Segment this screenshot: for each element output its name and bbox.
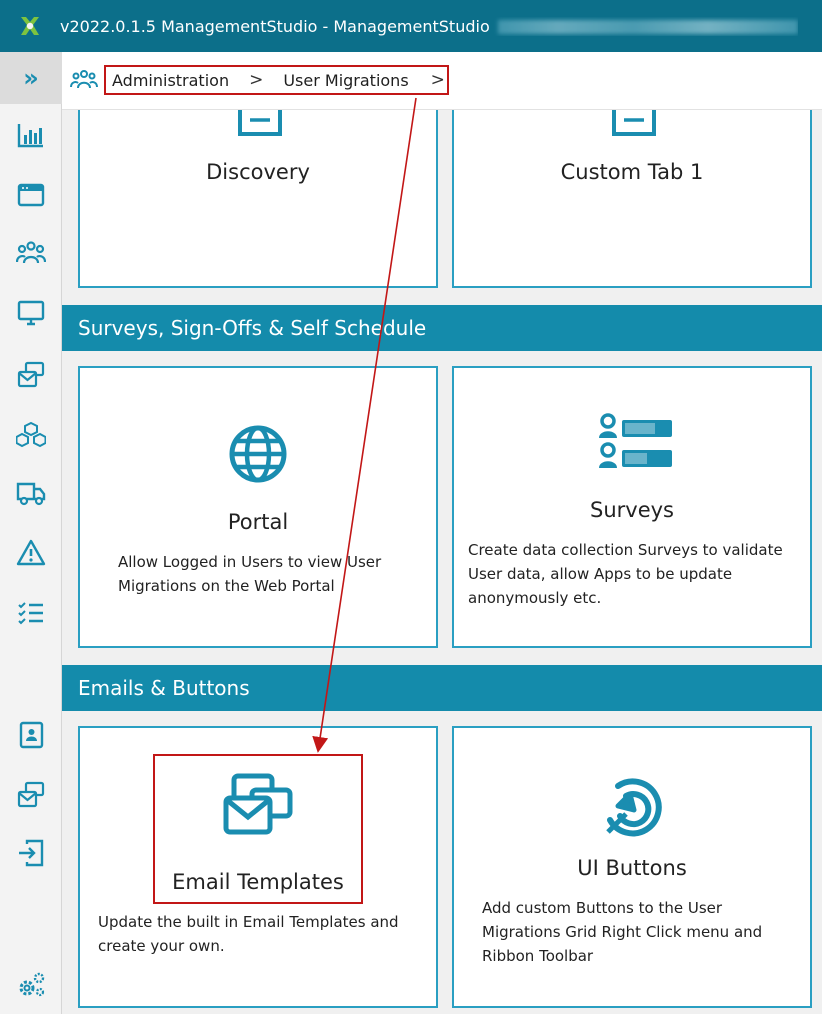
globe-icon [229,425,287,483]
left-nav-rail: » [0,52,62,1014]
highlight-email-templates [153,754,363,904]
cubes-icon[interactable] [10,414,52,456]
tile-ui-buttons[interactable]: UI Buttons Add custom Buttons to the Use… [452,726,812,1008]
window-title: v2022.0.1.5 ManagementStudio - Managemen… [60,17,798,36]
tile-title: UI Buttons [577,856,687,880]
expand-rail-button[interactable]: » [0,52,62,104]
tab-window-icon [238,110,282,136]
monitor-icon[interactable] [10,292,52,334]
breadcrumb-separator: > [249,70,264,90]
tile-description: Add custom Buttons to the User Migration… [482,896,812,968]
redacted-url [497,20,798,34]
import-icon[interactable] [10,832,52,874]
tile-description-line: Migrations on the Web Portal [118,577,335,595]
breadcrumb-item-administration[interactable]: Administration [112,71,229,90]
survey-list-icon [599,413,672,468]
window-title-text: v2022.0.1.5 ManagementStudio - Managemen… [60,16,490,36]
delivery-truck-icon[interactable] [10,472,52,514]
tab-window-icon [612,110,656,136]
breadcrumb-item-user-migrations[interactable]: User Migrations [283,71,408,90]
tile-discovery[interactable]: Discovery [78,110,438,288]
window-titlebar: v2022.0.1.5 ManagementStudio - Managemen… [0,0,822,52]
tile-description-line: Add custom Buttons to the User [482,899,723,917]
cursor-click-icon [606,778,662,837]
managementstudio-logo-icon[interactable] [0,0,60,52]
tile-description-line: User data, allow Apps to be update [468,565,733,583]
users-group-icon [70,68,98,90]
tile-description-line: Create data collection Surveys to valida… [468,541,783,559]
tile-description: Update the built in Email Templates and … [98,910,438,958]
warning-triangle-icon[interactable] [10,532,52,574]
tile-description-line: anonymously etc. [468,589,602,607]
tile-title: Surveys [590,498,674,522]
breadcrumb: Administration > User Migrations > [104,65,449,95]
breadcrumb-bar: Administration > User Migrations > [62,52,822,110]
tile-custom-tab-1[interactable]: Custom Tab 1 [452,110,812,288]
users-group-icon[interactable] [10,232,52,274]
tile-description-line: Update the built in Email Templates and [98,913,399,931]
tile-title: Custom Tab 1 [560,160,704,184]
section-header-surveys: Surveys, Sign-Offs & Self Schedule [62,305,822,351]
tile-description: Allow Logged in Users to view User Migra… [118,550,418,598]
mail-stack-icon[interactable] [10,354,52,396]
tile-portal[interactable]: Portal Allow Logged in Users to view Use… [78,366,438,648]
tile-description-line: Ribbon Toolbar [482,947,594,965]
checklist-icon[interactable] [10,592,52,634]
bar-chart-icon[interactable] [10,114,52,156]
tile-description-line: create your own. [98,937,225,955]
tile-description: Create data collection Surveys to valida… [468,538,808,610]
tile-surveys[interactable]: Surveys Create data collection Surveys t… [452,366,812,648]
settings-gears-icon[interactable] [10,964,52,1006]
tile-title: Portal [227,510,289,534]
mail-stack-icon[interactable] [10,774,52,816]
tile-title: Discovery [206,160,310,184]
breadcrumb-separator[interactable]: > [431,70,445,90]
section-header-emails: Emails & Buttons [62,665,822,711]
contact-card-icon[interactable] [10,714,52,756]
browser-window-icon[interactable] [10,174,52,216]
tile-description-line: Migrations Grid Right Click menu and [482,923,763,941]
tile-description-line: Allow Logged in Users to view User [118,553,382,571]
